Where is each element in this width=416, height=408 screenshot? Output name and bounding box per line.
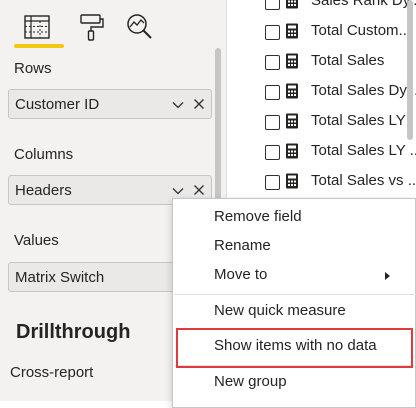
field-item[interactable]: Total Sales LY ... [227,139,416,167]
columns-well-label: Columns [14,146,74,163]
menu-item-new-group[interactable]: New group [173,368,415,396]
calculator-icon [286,83,298,99]
menu-item-label: New quick measure [214,302,346,319]
rows-field-name: Customer ID [15,96,100,113]
field-name: Total Sales vs ... [311,172,416,189]
calculator-icon [286,113,298,129]
field-checkbox[interactable] [265,145,280,160]
tab-analytics[interactable] [124,12,154,44]
field-item[interactable]: Total Sales [227,49,416,77]
highlight-annotation [176,328,413,368]
columns-field-name: Headers [15,182,72,199]
field-checkbox[interactable] [265,0,280,10]
chevron-down-icon[interactable] [171,98,185,112]
rows-well-label: Rows [14,60,52,77]
field-item[interactable]: Total Sales LY [227,109,416,137]
calculator-icon [286,143,298,159]
field-checkbox[interactable] [265,175,280,190]
calculator-icon [286,23,298,39]
chevron-right-icon [385,272,390,280]
visualizations-tabs [0,0,226,52]
menu-item-remove-field[interactable]: Remove field [173,203,415,231]
field-checkbox[interactable] [265,85,280,100]
field-checkbox[interactable] [265,55,280,70]
tab-build-visual[interactable] [22,12,52,44]
close-icon[interactable] [193,184,205,196]
fields-scrollbar[interactable] [407,0,413,140]
calculator-icon [286,53,298,69]
menu-item-label: New group [214,373,287,390]
close-icon[interactable] [193,98,205,110]
table-grid-icon [24,15,50,39]
calculator-icon [286,173,298,189]
field-name: Total Sales LY [311,112,406,129]
menu-item-label: Remove field [214,208,302,225]
menu-item-label: Move to [214,266,268,283]
field-item[interactable]: Total Sales vs ... [227,169,416,197]
field-name: Total Custom... [311,22,412,39]
tab-format-visual[interactable] [76,12,106,44]
rows-well-field[interactable]: Customer ID [8,89,212,119]
menu-item-rename[interactable]: Rename [173,232,415,260]
calculator-icon [286,0,298,9]
menu-item-label: Rename [214,237,271,254]
field-checkbox[interactable] [265,115,280,130]
chevron-down-icon[interactable] [171,184,185,198]
field-name: Sales Rank Dy... [311,0,416,9]
field-item[interactable]: Total Custom... [227,19,416,47]
paint-roller-icon [80,14,104,41]
active-tab-indicator [14,44,64,48]
menu-item-move-to[interactable]: Move to [173,261,415,289]
drillthrough-heading: Drillthrough [16,321,131,343]
field-name: Total Sales [311,52,385,69]
field-name: Total Sales LY ... [311,142,416,159]
menu-separator [174,294,416,295]
field-item[interactable]: Total Sales Dy... [227,79,416,107]
cross-report-label: Cross-report [10,364,94,381]
menu-item-new-quick-measure[interactable]: New quick measure [173,297,415,325]
analytics-magnifier-icon [127,14,152,39]
field-name: Total Sales Dy... [311,82,416,99]
field-item[interactable]: Sales Rank Dy... [227,0,416,17]
values-well-label: Values [14,232,59,249]
field-checkbox[interactable] [265,25,280,40]
field-context-menu: Remove field Rename Move to New quick me… [172,198,416,408]
values-field-name: Matrix Switch [15,269,105,286]
